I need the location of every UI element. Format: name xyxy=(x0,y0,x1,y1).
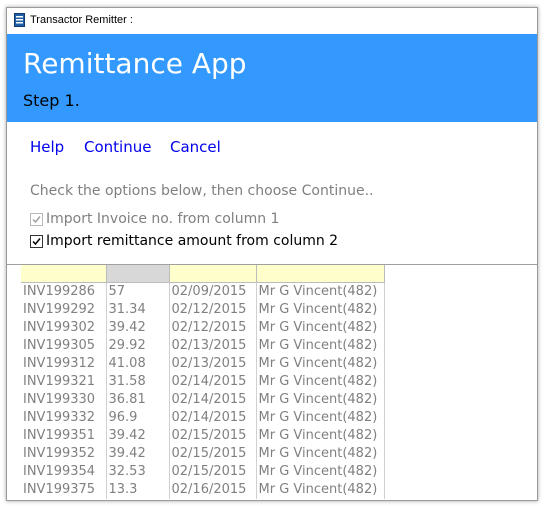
instructions-text: Check the options below, then choose Con… xyxy=(30,183,374,199)
table-cell[interactable]: Mr G Vincent(482) xyxy=(256,373,385,391)
table-row[interactable]: INV199302 39.42 02/12/2015 Mr G Vincent(482… xyxy=(21,319,385,337)
table-cell[interactable]: Mr G Vincent(482) xyxy=(256,319,385,337)
table-cell[interactable]: INV199330 xyxy=(21,391,107,409)
continue-link[interactable]: Continue xyxy=(84,138,151,156)
table-header-row xyxy=(21,265,385,283)
table-cell[interactable]: INV199354 xyxy=(21,463,107,481)
import-amount-checkbox[interactable] xyxy=(30,234,43,248)
table-cell[interactable]: Mr G Vincent(482) xyxy=(256,463,385,481)
table-cell[interactable]: INV199351 xyxy=(21,427,107,445)
table-cell[interactable]: 02/09/2015 xyxy=(169,282,257,301)
table-cell[interactable]: 13.3 xyxy=(106,481,170,499)
table-cell[interactable]: Mr G Vincent(482) xyxy=(256,337,385,355)
table-cell[interactable]: 39.42 xyxy=(106,445,170,463)
table-cell[interactable]: 41.08 xyxy=(106,355,170,373)
remittance-table: INV199286 57 02/09/2015 Mr G Vincent(482) IN… xyxy=(21,265,385,499)
table-cell[interactable]: 31.34 xyxy=(106,301,170,319)
table-cell[interactable]: INV199312 xyxy=(21,355,107,373)
table-cell[interactable]: 02/14/2015 xyxy=(169,409,257,427)
app-title: Remittance App xyxy=(23,47,247,80)
table-cell[interactable]: Mr G Vincent(482) xyxy=(256,481,385,499)
data-grid[interactable]: INV199286 57 02/09/2015 Mr G Vincent(482) IN… xyxy=(7,264,537,500)
table-cell[interactable]: Mr G Vincent(482) xyxy=(256,301,385,319)
table-cell[interactable]: 02/15/2015 xyxy=(169,463,257,481)
table-row[interactable]: INV199305 29.92 02/13/2015 Mr G Vincent(482… xyxy=(21,337,385,355)
table-cell[interactable]: Mr G Vincent(482) xyxy=(256,391,385,409)
table-cell[interactable]: Mr G Vincent(482) xyxy=(256,445,385,463)
table-cell[interactable]: INV199352 xyxy=(21,445,107,463)
column-header[interactable] xyxy=(21,265,107,283)
column-header[interactable] xyxy=(106,265,170,283)
table-cell[interactable]: INV199321 xyxy=(21,373,107,391)
table-cell[interactable]: Mr G Vincent(482) xyxy=(256,427,385,445)
table-cell[interactable]: 02/12/2015 xyxy=(169,319,257,337)
table-cell[interactable]: Mr G Vincent(482) xyxy=(256,355,385,373)
table-cell[interactable]: Mr G Vincent(482) xyxy=(256,282,385,301)
import-invoice-label: Import Invoice no. from column 1 xyxy=(46,211,280,227)
step-label: Step 1. xyxy=(23,91,80,110)
table-cell[interactable]: 31.58 xyxy=(106,373,170,391)
import-amount-option[interactable]: Import remittance amount from column 2 xyxy=(30,233,338,249)
help-link[interactable]: Help xyxy=(30,138,64,156)
table-cell[interactable]: 02/13/2015 xyxy=(169,355,257,373)
table-cell[interactable]: INV199302 xyxy=(21,319,107,337)
table-cell[interactable]: INV199305 xyxy=(21,337,107,355)
table-cell[interactable]: 39.42 xyxy=(106,427,170,445)
table-cell[interactable]: Mr G Vincent(482) xyxy=(256,409,385,427)
table-row[interactable]: INV199330 36.81 02/14/2015 Mr G Vincent(482… xyxy=(21,391,385,409)
table-cell[interactable]: 29.92 xyxy=(106,337,170,355)
table-row[interactable]: INV199375 13.3 02/16/2015 Mr G Vincent(482) xyxy=(21,481,385,499)
table-row[interactable]: INV199332 96.9 02/14/2015 Mr G Vincent(482) xyxy=(21,409,385,427)
title-bar[interactable]: Transactor Remitter : xyxy=(7,8,537,34)
table-cell[interactable]: 39.42 xyxy=(106,319,170,337)
table-cell[interactable]: 02/16/2015 xyxy=(169,481,257,499)
table-cell[interactable]: 02/14/2015 xyxy=(169,391,257,409)
table-cell[interactable]: 96.9 xyxy=(106,409,170,427)
header-banner: Remittance App Step 1. xyxy=(7,34,537,122)
table-row[interactable]: INV199312 41.08 02/13/2015 Mr G Vincent(482… xyxy=(21,355,385,373)
import-invoice-option[interactable]: Import Invoice no. from column 1 xyxy=(30,211,279,227)
table-cell[interactable]: 02/13/2015 xyxy=(169,337,257,355)
import-amount-label: Import remittance amount from column 2 xyxy=(46,233,339,249)
table-row[interactable]: INV199292 31.34 02/12/2015 Mr G Vincent(482… xyxy=(21,301,385,319)
table-cell[interactable]: 32.53 xyxy=(106,463,170,481)
checkmark-icon xyxy=(32,237,41,245)
table-cell[interactable]: INV199286 xyxy=(21,282,107,301)
table-cell[interactable]: INV199292 xyxy=(21,301,107,319)
table-cell[interactable]: 36.81 xyxy=(106,391,170,409)
table-row[interactable]: INV199286 57 02/09/2015 Mr G Vincent(482) xyxy=(21,282,385,301)
cancel-link[interactable]: Cancel xyxy=(170,138,221,156)
table-row[interactable]: INV199351 39.42 02/15/2015 Mr G Vincent(482… xyxy=(21,427,385,445)
table-cell[interactable]: 02/15/2015 xyxy=(169,427,257,445)
table-cell[interactable]: 02/15/2015 xyxy=(169,445,257,463)
import-invoice-checkbox[interactable] xyxy=(30,212,43,226)
table-row[interactable]: INV199321 31.58 02/14/2015 Mr G Vincent(482… xyxy=(21,373,385,391)
table-cell[interactable]: 02/14/2015 xyxy=(169,373,257,391)
table-cell[interactable]: 02/12/2015 xyxy=(169,301,257,319)
table-cell[interactable]: INV199332 xyxy=(21,409,107,427)
column-header[interactable] xyxy=(256,265,385,283)
table-row[interactable]: INV199352 39.42 02/15/2015 Mr G Vincent(482… xyxy=(21,445,385,463)
window-title: Transactor Remitter : xyxy=(30,14,133,26)
column-header[interactable] xyxy=(169,265,257,283)
table-cell[interactable]: INV199375 xyxy=(21,481,107,499)
app-window: Transactor Remitter : Remittance App Ste… xyxy=(6,7,538,501)
document-icon xyxy=(14,13,25,27)
table-cell[interactable]: 57 xyxy=(106,282,170,301)
table-row[interactable]: INV199354 32.53 02/15/2015 Mr G Vincent(482… xyxy=(21,463,385,481)
checkmark-icon xyxy=(32,215,41,223)
